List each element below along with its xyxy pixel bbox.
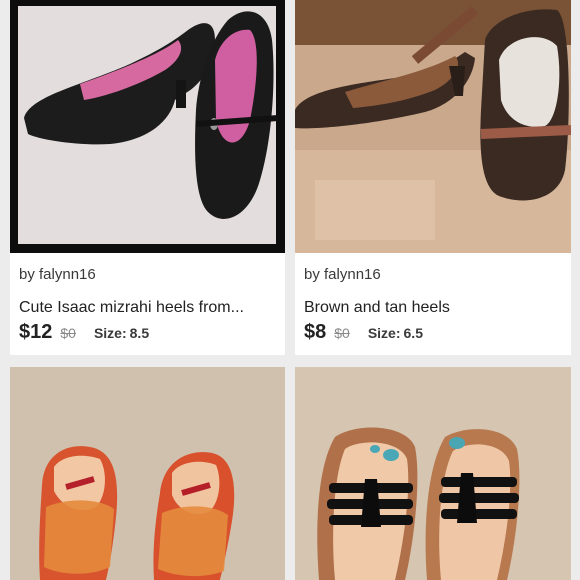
listing-card[interactable]: by falynn16 Cute Isaac mizrahi heels fro…	[10, 0, 285, 355]
original-price: $0	[60, 325, 76, 341]
original-price: $0	[334, 325, 350, 341]
listing-grid: by falynn16 Cute Isaac mizrahi heels fro…	[0, 0, 580, 580]
price-row: $8 $0 Size: 6.5	[304, 321, 423, 344]
listing-card[interactable]	[295, 367, 571, 580]
price-row: $12 $0 Size: 8.5	[19, 321, 149, 344]
seller-name[interactable]: by falynn16	[304, 266, 381, 283]
black-pumps-photo	[10, 0, 285, 253]
brown-tan-heels-photo	[295, 0, 571, 253]
listing-photo[interactable]	[295, 0, 571, 253]
price: $8	[304, 321, 327, 343]
size-label: Size:	[367, 325, 401, 341]
seller-name[interactable]: by falynn16	[19, 266, 96, 283]
listing-title[interactable]: Cute Isaac mizrahi heels from...	[19, 299, 277, 317]
size-value: 8.5	[129, 325, 150, 341]
size-label: Size:	[93, 325, 127, 341]
listing-photo[interactable]	[10, 367, 285, 580]
listing-photo[interactable]	[10, 0, 285, 253]
listing-photo[interactable]	[295, 367, 571, 580]
listing-title[interactable]: Brown and tan heels	[304, 299, 562, 317]
listing-card[interactable]	[10, 367, 285, 580]
size-value: 6.5	[403, 325, 423, 341]
listing-card[interactable]: by falynn16 Brown and tan heels $8 $0 Si…	[295, 0, 571, 355]
price: $12	[19, 321, 53, 343]
black-strap-sandals-photo	[295, 367, 571, 580]
plaid-flats-photo	[10, 367, 285, 580]
